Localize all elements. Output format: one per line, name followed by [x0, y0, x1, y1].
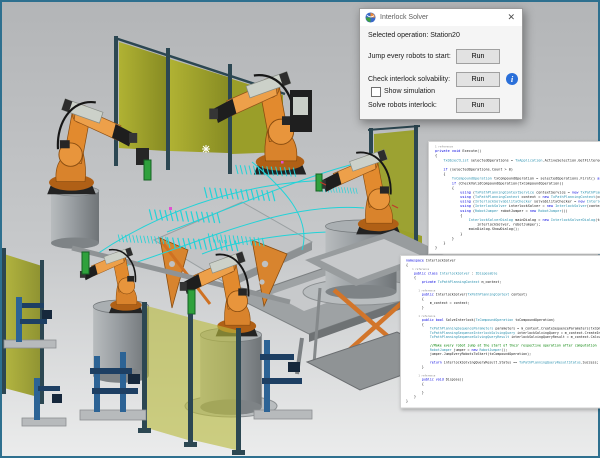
interlock-solver-dialog: Interlock Solver ✕ Selected operation: S…	[359, 8, 523, 120]
code-line: return interlockSolvingQueryResult.Statu…	[406, 361, 600, 365]
show-simulation-checkbox[interactable]	[371, 87, 381, 97]
run-jump-button[interactable]: Run	[456, 49, 500, 64]
code-panel-interlocksolver-class: namespace InterlockSolver{ 1 reference p…	[400, 255, 600, 409]
jump-robots-label: Jump every robots to start:	[368, 53, 451, 60]
selected-operation-label: Selected operation: Station20	[368, 32, 460, 39]
dialog-title: Interlock Solver	[380, 14, 505, 21]
dialog-titlebar[interactable]: Interlock Solver ✕	[360, 9, 522, 26]
code-panel-execute: 1 referenceprivate void Execute(){ TxObj…	[428, 141, 600, 255]
close-icon[interactable]: ✕	[505, 13, 517, 22]
show-simulation-label: Show simulation	[384, 88, 435, 95]
app-icon	[365, 12, 376, 23]
run-check-button[interactable]: Run	[456, 72, 500, 87]
robot-pedestal-a	[51, 186, 99, 249]
check-solvability-label: Check interlock solvability:	[368, 76, 450, 83]
run-solve-button[interactable]: Run	[456, 98, 500, 113]
solve-interlock-label: Solve robots interlock:	[368, 102, 437, 109]
code-line: TxPathPlanningSequenceSolvingQueryResult…	[406, 335, 600, 339]
code-line: }	[406, 399, 600, 403]
application-window: { "window": { "border_color": "#2e708f",…	[0, 0, 600, 458]
code-line: TxObjectList selectedOperations = TxAppl…	[435, 158, 600, 163]
info-icon[interactable]: i	[506, 73, 518, 85]
code-line: }	[435, 246, 600, 251]
